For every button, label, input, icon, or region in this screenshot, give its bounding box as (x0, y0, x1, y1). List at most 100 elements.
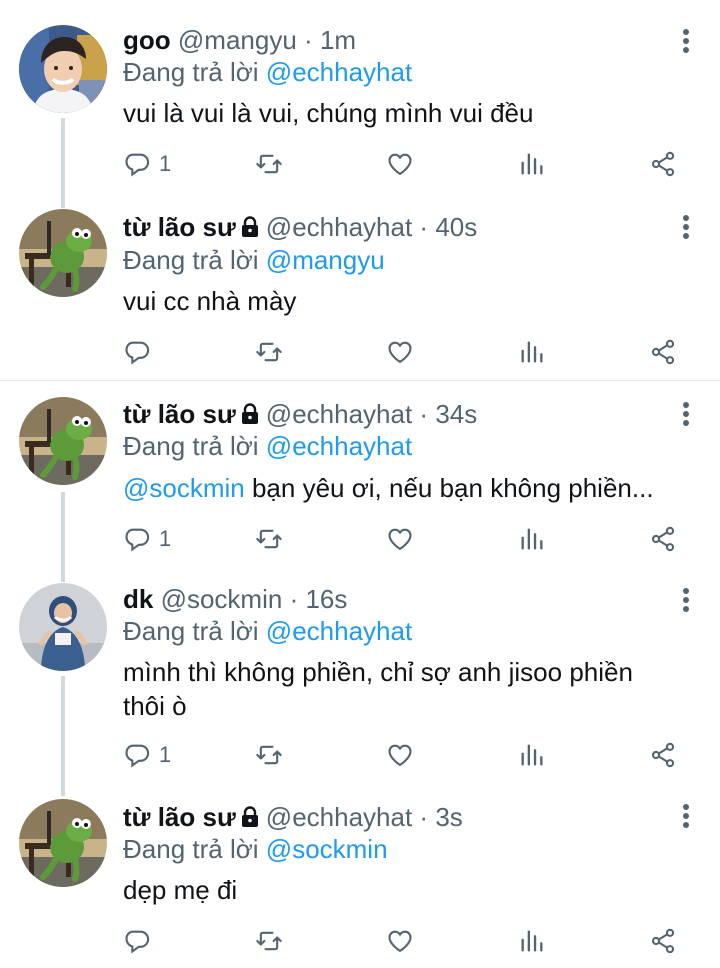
replying-to-label: Đang trả lời (123, 245, 259, 275)
replying-to: Đang trả lời @echhayhat (123, 615, 412, 647)
replying-to-label: Đang trả lời (123, 57, 259, 87)
replying-to-label: Đang trả lời (123, 834, 259, 864)
timestamp[interactable]: 3s (435, 802, 462, 832)
share-button[interactable] (649, 148, 677, 180)
avatar[interactable] (19, 209, 107, 297)
display-name[interactable]: từ lão sư (123, 212, 236, 242)
tweet-text: mình thì không phiền, chỉ sợ anh jisoo p… (123, 655, 663, 723)
display-name[interactable]: dk (123, 584, 153, 614)
share-button[interactable] (649, 739, 677, 771)
tweet[interactable]: từ lão sư @echhayhat · 40s Đang trả lời @… (0, 190, 720, 380)
reply-button[interactable] (123, 336, 159, 368)
tweet[interactable]: goo @mangyu · 1m Đang trả lời @echhayhat… (0, 0, 720, 190)
analytics-button[interactable] (518, 925, 546, 957)
action-bar (123, 925, 683, 957)
more-options-icon[interactable] (682, 401, 690, 427)
separator: · (419, 212, 429, 242)
tweet-text: vui là vui là vui, chúng mình vui đều (123, 96, 683, 130)
user-handle[interactable]: @echhayhat (266, 802, 412, 832)
separator: · (419, 399, 429, 429)
analytics-button[interactable] (518, 336, 546, 368)
share-icon (649, 338, 677, 366)
display-name[interactable]: từ lão sư (123, 399, 236, 429)
reply-icon (123, 338, 151, 366)
reply-icon (123, 525, 151, 553)
reply-button[interactable] (123, 925, 159, 957)
timestamp[interactable]: 34s (435, 399, 477, 429)
replying-to: Đang trả lời @mangyu (123, 244, 385, 276)
like-button[interactable] (386, 925, 414, 957)
tweet-text-body: vui là vui là vui, chúng mình vui đều (123, 98, 534, 128)
retweet-icon (255, 150, 283, 178)
more-options-icon[interactable] (682, 214, 690, 240)
share-button[interactable] (649, 523, 677, 555)
timestamp[interactable]: 16s (305, 584, 347, 614)
analytics-button[interactable] (518, 148, 546, 180)
analytics-button[interactable] (518, 523, 546, 555)
share-icon (649, 525, 677, 553)
analytics-icon (518, 927, 546, 955)
more-options-icon[interactable] (682, 803, 690, 829)
reply-button[interactable]: 1 (123, 148, 171, 180)
like-button[interactable] (386, 148, 414, 180)
avatar[interactable] (19, 25, 107, 113)
reply-button[interactable]: 1 (123, 523, 171, 555)
text-mention[interactable]: @sockmin (123, 473, 245, 503)
share-icon (649, 741, 677, 769)
avatar[interactable] (19, 799, 107, 887)
avatar[interactable] (19, 583, 107, 671)
reply-count: 1 (159, 742, 172, 767)
retweet-icon (255, 338, 283, 366)
user-handle[interactable]: @sockmin (161, 584, 283, 614)
user-handle[interactable]: @mangyu (178, 25, 297, 55)
share-button[interactable] (649, 336, 677, 368)
reply-count: 1 (159, 526, 172, 551)
avatar[interactable] (19, 397, 107, 485)
tweet-header: goo @mangyu · 1m (123, 24, 356, 56)
like-button[interactable] (386, 739, 414, 771)
replying-to-mention[interactable]: @mangyu (266, 245, 385, 275)
display-name[interactable]: từ lão sư (123, 802, 236, 832)
action-bar: 1 (123, 148, 683, 180)
share-icon (649, 150, 677, 178)
tweet[interactable]: từ lão sư @echhayhat · 34s Đang trả lời @… (0, 381, 720, 567)
reply-button[interactable]: 1 (123, 739, 171, 771)
separator: · (304, 25, 313, 55)
replying-to-mention[interactable]: @sockmin (266, 834, 388, 864)
analytics-icon (518, 741, 546, 769)
user-handle[interactable]: @echhayhat (266, 212, 412, 242)
retweet-button[interactable] (255, 739, 283, 771)
replying-to-mention[interactable]: @echhayhat (266, 616, 412, 646)
user-handle[interactable]: @echhayhat (266, 399, 412, 429)
replying-to-label: Đang trả lời (123, 616, 259, 646)
separator: · (289, 584, 299, 614)
replying-to: Đang trả lời @echhayhat (123, 430, 412, 462)
timestamp[interactable]: 1m (320, 25, 356, 55)
replying-to: Đang trả lời @echhayhat (123, 56, 412, 88)
replying-to-mention[interactable]: @echhayhat (266, 431, 412, 461)
more-options-icon[interactable] (682, 28, 690, 54)
retweet-button[interactable] (255, 523, 283, 555)
reply-icon (123, 741, 151, 769)
more-options-icon[interactable] (682, 587, 690, 613)
tweet-header: từ lão sư @echhayhat · 3s (123, 801, 463, 833)
timestamp[interactable]: 40s (435, 212, 477, 242)
analytics-icon (518, 525, 546, 553)
tweet[interactable]: từ lão sư @echhayhat · 3s Đang trả lời @s… (0, 785, 720, 968)
heart-icon (386, 525, 414, 553)
display-name[interactable]: goo (123, 25, 171, 55)
tweet[interactable]: dk @sockmin · 16s Đang trả lời @echhayha… (0, 567, 720, 785)
share-button[interactable] (649, 925, 677, 957)
heart-icon (386, 150, 414, 178)
retweet-button[interactable] (255, 925, 283, 957)
retweet-icon (255, 525, 283, 553)
action-bar: 1 (123, 523, 683, 555)
analytics-button[interactable] (518, 739, 546, 771)
reply-count: 1 (159, 151, 172, 176)
retweet-button[interactable] (255, 148, 283, 180)
like-button[interactable] (386, 336, 414, 368)
retweet-button[interactable] (255, 336, 283, 368)
tweet-text: dẹp mẹ đi (123, 873, 683, 907)
like-button[interactable] (386, 523, 414, 555)
replying-to-mention[interactable]: @echhayhat (266, 57, 412, 87)
